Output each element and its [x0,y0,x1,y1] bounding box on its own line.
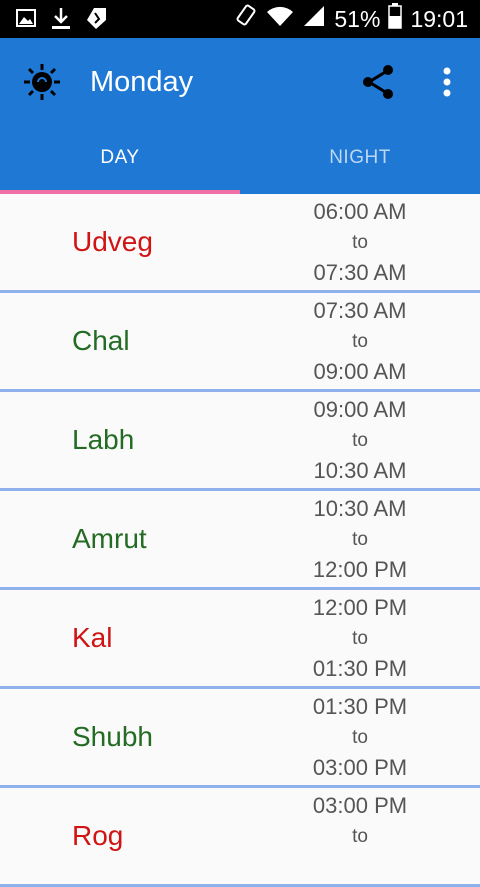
time-separator: to [352,825,368,847]
time-separator: to [352,726,368,748]
tag-icon [86,6,108,35]
status-bar-right: 51% 19:01 [234,0,468,38]
choghadiya-list: Udveg 06:00 AM to 07:30 AM Chal 07:30 AM… [0,194,480,887]
start-time: 07:30 AM [313,298,407,323]
tab-night[interactable]: NIGHT [240,125,480,194]
period-name: Chal [72,325,130,356]
list-item[interactable]: Kal 12:00 PM to 01:30 PM [0,590,480,689]
page-title: Monday [90,66,194,98]
end-time: 09:00 AM [313,359,407,384]
list-item[interactable]: Udveg 06:00 AM to 07:30 AM [0,194,480,293]
period-time: 09:00 AM to 10:30 AM [280,395,440,487]
period-name: Labh [72,424,135,455]
start-time: 10:30 AM [313,496,407,521]
signal-icon [302,4,326,34]
start-time: 03:00 PM [312,793,408,818]
list-item[interactable]: Labh 09:00 AM to 10:30 AM [0,392,480,491]
status-bar: 51% 19:01 [0,0,480,38]
tab-bar: DAY NIGHT [0,125,480,194]
end-time: 01:30 PM [312,656,408,681]
rotate-icon [234,3,258,35]
list-item[interactable]: Amrut 10:30 AM to 12:00 PM [0,491,480,590]
download-icon [50,6,72,35]
time-separator: to [352,429,368,451]
gallery-icon [16,8,36,33]
time-separator: to [352,528,368,550]
end-time: 07:30 AM [313,260,407,285]
period-name: Shubh [72,721,153,752]
period-time: 07:30 AM to 09:00 AM [280,296,440,388]
list-item[interactable]: Rog 03:00 PM to [0,788,480,887]
period-name: Kal [72,622,113,653]
tab-day[interactable]: DAY [0,125,240,194]
share-icon[interactable] [358,62,398,102]
time-separator: to [352,231,368,253]
battery-icon [388,3,403,35]
start-time: 09:00 AM [313,397,407,422]
start-time: 12:00 PM [312,595,408,620]
battery-percent: 51% [334,5,381,32]
time-separator: to [352,627,368,649]
sun-icon [22,62,62,102]
end-time: 03:00 PM [312,755,408,780]
end-time: 10:30 AM [313,458,407,483]
wifi-icon [266,4,294,34]
period-time: 06:00 AM to 07:30 AM [280,197,440,289]
period-name: Amrut [72,523,147,554]
list-item[interactable]: Shubh 01:30 PM to 03:00 PM [0,689,480,788]
period-time: 01:30 PM to 03:00 PM [280,692,440,784]
end-time: 12:00 PM [312,557,408,582]
start-time: 06:00 AM [313,199,407,224]
app-bar: Monday [0,38,480,125]
period-name: Udveg [72,226,153,257]
list-item[interactable]: Chal 07:30 AM to 09:00 AM [0,293,480,392]
start-time: 01:30 PM [312,694,408,719]
clock: 19:01 [410,5,468,32]
time-separator: to [352,330,368,352]
period-time: 10:30 AM to 12:00 PM [280,494,440,586]
period-time: 03:00 PM to [280,791,440,852]
more-vert-icon[interactable] [430,62,464,102]
period-time: 12:00 PM to 01:30 PM [280,593,440,685]
period-name: Rog [72,820,124,851]
status-bar-left [16,6,108,35]
